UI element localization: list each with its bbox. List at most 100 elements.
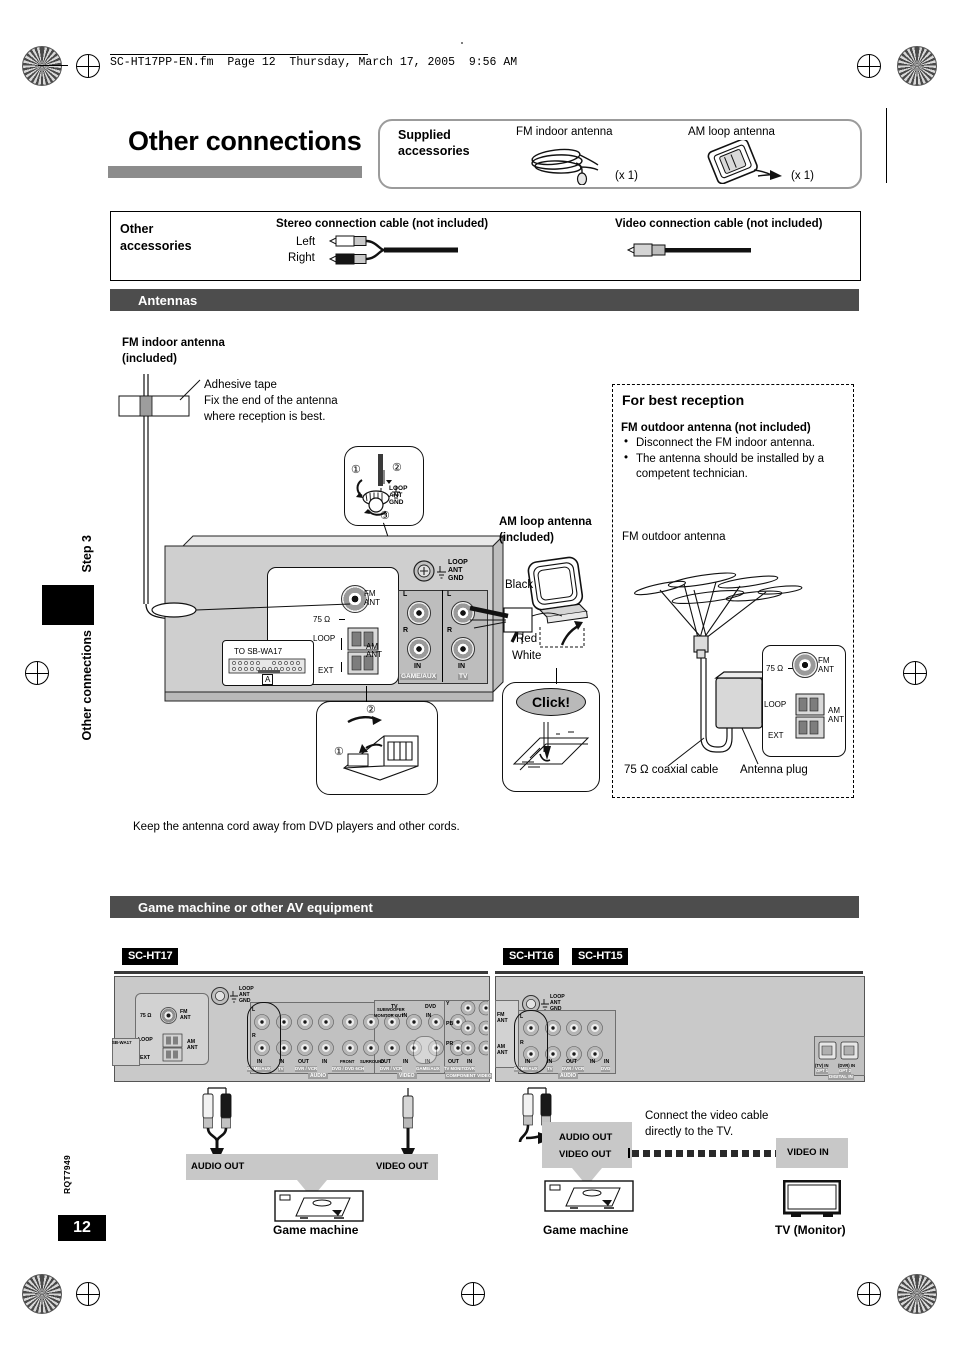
inset-loop-label: LOOP	[764, 700, 787, 709]
ht17-game-machine-icon	[274, 1190, 364, 1222]
ht17-comp-group-1: DVR	[466, 1066, 475, 1072]
gameaux-in-label: IN	[414, 663, 421, 670]
ht16-audio-out-label: AUDIO OUT	[559, 1132, 613, 1143]
supplied-label-line1: Supplied	[398, 128, 451, 142]
am-loop-wires	[469, 605, 563, 645]
gameaux-l-jack	[407, 601, 431, 625]
ext-bracket	[341, 662, 342, 672]
trim-line-right	[886, 108, 887, 183]
callout-gnd-label: GND	[389, 499, 404, 506]
crop-mark-right-mid	[903, 661, 927, 685]
adhesive-tape-line3: where reception is best.	[204, 411, 326, 423]
antenna-plug-caption: Antenna plug	[740, 764, 808, 776]
best-reception-title: For best reception	[622, 392, 745, 408]
rqt-code: RQT7949	[62, 1155, 72, 1194]
chassis-ant-label: ANT	[448, 567, 463, 574]
badge-sc-ht15: SC-HT15	[572, 948, 629, 965]
am-loop-heading-line1: AM loop antenna	[499, 516, 592, 528]
gameaux-l-label: L	[403, 591, 408, 598]
stereo-cable-right-label: Right	[288, 252, 315, 264]
ht17-audio-cable	[202, 1087, 232, 1163]
inset-fm-label-1: FM	[818, 656, 830, 665]
adhesive-tape-line1: Adhesive tape	[204, 379, 277, 391]
ht17-audio-group-1: TV	[278, 1066, 284, 1072]
am-loop-antenna-caption: AM loop antenna	[688, 126, 775, 138]
title-underbar	[108, 166, 362, 178]
ht16-audio-group-3: DVD	[601, 1066, 611, 1072]
ht17-fm-impedance: 75 Ω	[140, 1013, 152, 1019]
ht17-ext-term: EXT	[140, 1055, 151, 1061]
ht17-audio-group-2-out: OUT	[298, 1059, 309, 1065]
ht16-panel-topline	[495, 971, 863, 974]
click-leader	[556, 668, 557, 684]
fm-indoor-antenna-icon	[531, 148, 599, 185]
ht17-video-gameaux-highlight	[413, 1036, 437, 1064]
other-label-line1: Other	[120, 222, 154, 236]
registration-mark-br	[897, 1274, 937, 1314]
bullet-dot-2: •	[624, 452, 629, 464]
registration-mark-bl	[22, 1274, 62, 1314]
sidebar-step-label: Step 3	[80, 535, 94, 573]
fm-indoor-antenna-caption: FM indoor antenna	[516, 126, 613, 138]
ht16-io-band	[542, 1122, 632, 1168]
print-filename: SC-HT17PP-EN.fm Page 12 Thursday, March …	[110, 56, 518, 69]
ht17-sb-label: SB-WA17	[112, 1040, 132, 1045]
fm-ant-label-line1: FM	[364, 589, 376, 598]
badge-sc-ht16: SC-HT16	[503, 948, 560, 965]
crop-mark-bottom-center	[461, 1282, 485, 1306]
am-loop-antenna-icon	[707, 140, 782, 184]
fm-antenna-lead-wire	[151, 602, 351, 618]
ht17-audio-group-3: DVD / DVD 6CH	[332, 1066, 365, 1072]
bullet-dot-1: •	[624, 436, 629, 448]
gameaux-r-label: R	[403, 627, 409, 634]
inset-fm-ant-jack	[792, 652, 818, 678]
fm-indoor-heading-line2: (included)	[122, 353, 177, 365]
trim-line-top	[38, 65, 68, 66]
ht17-video-dvr-out: OUT	[380, 1059, 391, 1065]
video-in-label: VIDEO IN	[787, 1147, 829, 1158]
ht17-video-group-dvr: DVR / VCR	[380, 1066, 403, 1072]
loop-terminal-label: LOOP	[313, 634, 336, 643]
sidebar-step-marker	[42, 585, 94, 625]
ht17-panel-topline	[114, 971, 488, 974]
tv-bus-label: TV	[458, 673, 469, 680]
video-note-line1: Connect the video cable	[645, 1110, 769, 1122]
loop-terminal-step-art	[356, 454, 400, 516]
ht17-comp-row-y: Y	[446, 1001, 450, 1007]
ht16-video-out-label: VIDEO OUT	[559, 1149, 612, 1160]
manual-page: SC-HT17PP-EN.fm Page 12 Thursday, March …	[0, 0, 954, 1351]
am-loop-heading-line2: (included)	[499, 532, 554, 544]
am-terminal-lever-art	[342, 716, 419, 781]
loop-bracket	[341, 638, 342, 650]
ht17-comp-bus: COMPONENT VIDEO	[445, 1073, 493, 1079]
tv-monitor-caption: TV (Monitor)	[775, 1223, 846, 1237]
supplied-accessories-label: Supplied accessories	[398, 127, 470, 159]
tv-r-label: R	[447, 627, 453, 634]
ht17-comp-group-1-jack: IN	[467, 1059, 473, 1065]
registration-mark-tr	[897, 46, 937, 86]
ht17-fm-l2: ANT	[180, 1015, 191, 1021]
video-note-line2: directly to the TV.	[645, 1126, 734, 1138]
ht17-video-tv-in: IN	[402, 1013, 408, 1019]
tv-l-label: L	[447, 591, 452, 598]
video-cable-start-tick	[628, 1148, 630, 1158]
fm-outdoor-caption: FM outdoor antenna	[622, 531, 726, 543]
video-cable-title: Video connection cable (not included)	[615, 218, 823, 230]
stereo-cable-title: Stereo connection cable (not included)	[276, 218, 489, 230]
ht17-comp-row-pr: PR	[446, 1041, 454, 1047]
badge-sc-ht17: SC-HT17	[122, 948, 179, 965]
am-ant-label-line2: ANT	[366, 650, 382, 659]
ht16-gameaux-highlight	[514, 1010, 548, 1074]
ht16-audio-group-2: DVR / VCR	[562, 1066, 585, 1072]
ht16-game-machine-caption: Game machine	[543, 1223, 629, 1237]
ht16-opt1-label: OPT 1	[816, 1068, 829, 1074]
ht17-audio-bus: AUDIO	[308, 1073, 329, 1079]
ht17-comp-row-pb: PB	[446, 1021, 454, 1027]
filename-rule	[110, 54, 368, 55]
chassis-gnd-label: GND	[448, 575, 464, 582]
crop-mark-top-left	[76, 54, 100, 78]
ht16-audio-group-2-in: IN	[590, 1059, 596, 1065]
ht17-audio-group-3-front: FRONT	[340, 1059, 355, 1064]
rca-block-divider	[442, 590, 443, 682]
best-reception-bullet-2: The antenna should be installed by a com…	[636, 453, 824, 480]
